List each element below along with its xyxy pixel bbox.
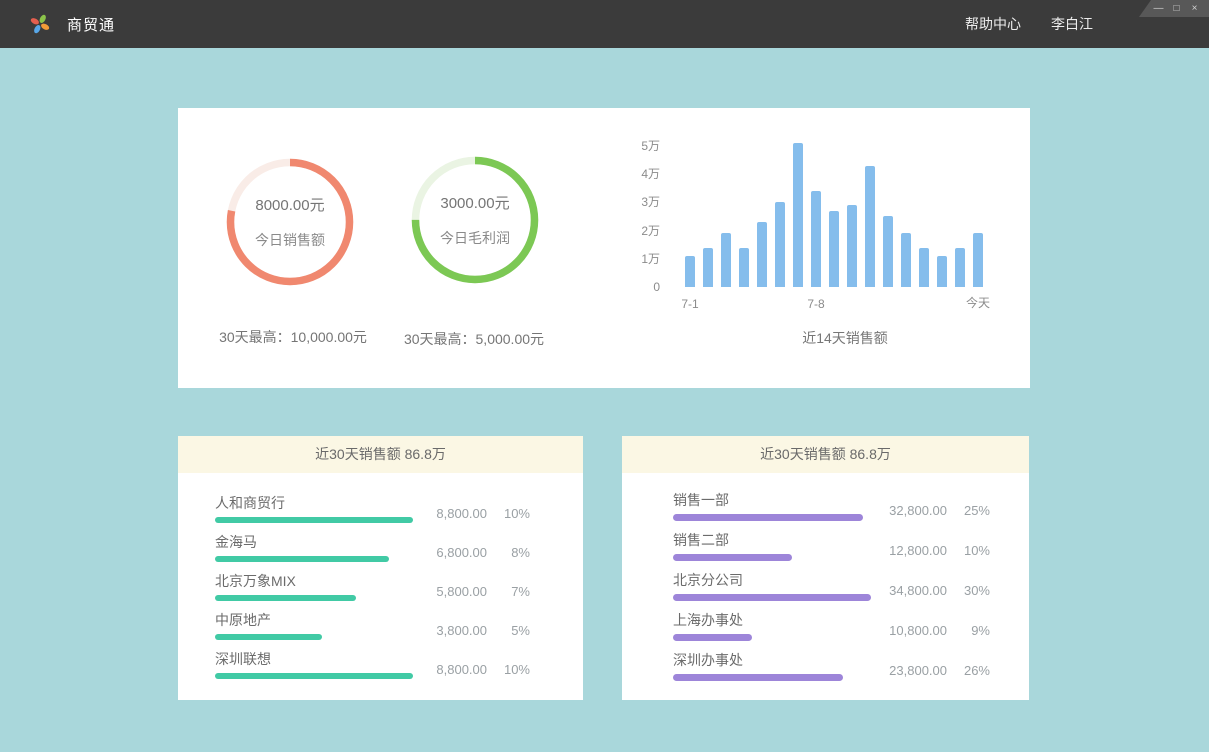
trend-bar xyxy=(793,143,803,287)
trend-bar xyxy=(721,233,731,287)
ranking-row: 上海办事处10,800.009% xyxy=(673,610,990,640)
today-sales-gauge: 8000.00元 今日销售额 xyxy=(223,155,357,289)
customer-ranking-title: 近30天销售额 86.8万 xyxy=(178,436,583,473)
ranking-row: 金海马6,800.008% xyxy=(215,532,530,562)
trend-bar xyxy=(757,222,767,287)
ranking-bar xyxy=(673,674,871,681)
gauge-text: 3000.00元 今日毛利润 xyxy=(408,153,542,287)
trend-chart-title: 近14天销售额 xyxy=(692,328,998,348)
help-center-link[interactable]: 帮助中心 xyxy=(965,14,1021,34)
ranking-bar xyxy=(215,673,413,679)
trend-bar: 7-8 xyxy=(811,191,821,287)
ranking-bar xyxy=(215,595,413,601)
trend-y-axis-label: 2万 xyxy=(641,223,660,239)
department-ranking-title: 近30天销售额 86.8万 xyxy=(622,436,1029,473)
trend-y-axis-label: 4万 xyxy=(641,166,660,182)
ranking-value: 8,800.0010% xyxy=(436,506,530,521)
titlebar: 商贸通 帮助中心 李白江 — □ × xyxy=(0,0,1209,48)
customer-ranking-card: 近30天销售额 86.8万 人和商贸行8,800.0010% 金海马6,800.0… xyxy=(178,436,583,700)
today-profit-gauge: 3000.00元 今日毛利润 xyxy=(408,153,542,287)
trend-x-axis-label: 今天 xyxy=(966,294,990,311)
trend-bar xyxy=(919,248,929,287)
department-ranking-list: 销售一部32,800.0025% 销售二部12,800.0010% 北京分公司34,… xyxy=(622,473,1029,680)
window-controls: — □ × xyxy=(1139,0,1209,17)
ranking-bar xyxy=(673,634,871,641)
ranking-value: 8,800.0010% xyxy=(436,662,530,677)
user-name-link[interactable]: 李白江 xyxy=(1051,14,1093,34)
ranking-row: 北京万象MIX5,800.007% xyxy=(215,571,530,601)
ranking-bar xyxy=(673,514,871,521)
trend-bar xyxy=(901,233,911,287)
ranking-value: 5,800.007% xyxy=(436,584,530,599)
overview-card: 8000.00元 今日销售额 30天最高：10,000.00元 3000.00元… xyxy=(178,108,1030,388)
ranking-value: 32,800.0025% xyxy=(889,503,990,518)
ranking-value: 12,800.0010% xyxy=(889,543,990,558)
trend-bar xyxy=(775,202,785,287)
ranking-value: 3,800.005% xyxy=(436,623,530,638)
app-title: 商贸通 xyxy=(67,14,115,35)
ranking-row: 深圳办事处23,800.0026% xyxy=(673,650,990,680)
dashboard: 8000.00元 今日销售额 30天最高：10,000.00元 3000.00元… xyxy=(0,48,1209,752)
gauge-text: 8000.00元 今日销售额 xyxy=(223,155,357,289)
today-profit-value: 3000.00元 xyxy=(440,192,509,213)
minimize-icon[interactable]: — xyxy=(1153,4,1164,14)
trend-y-axis-label: 3万 xyxy=(641,194,660,210)
trend-bar xyxy=(829,211,839,287)
trend-bar: 今天 xyxy=(973,233,983,287)
trend-bar xyxy=(847,205,857,287)
ranking-value: 10,800.009% xyxy=(889,623,990,638)
ranking-bar xyxy=(673,594,871,601)
trend-bar xyxy=(865,166,875,287)
department-ranking-card: 近30天销售额 86.8万 销售一部32,800.0025% 销售二部12,800… xyxy=(622,436,1029,700)
trend-bar xyxy=(703,248,713,287)
close-icon[interactable]: × xyxy=(1189,4,1200,14)
ranking-row: 北京分公司34,800.0030% xyxy=(673,570,990,600)
trend-x-axis-label: 7-8 xyxy=(807,297,824,311)
trend-bar xyxy=(739,248,749,287)
ranking-bar xyxy=(215,556,413,562)
ranking-value: 6,800.008% xyxy=(436,545,530,560)
trend-bar: 7-1 xyxy=(685,256,695,287)
trend-y-axis-label: 1万 xyxy=(641,251,660,267)
ranking-row: 销售一部32,800.0025% xyxy=(673,490,990,520)
app-logo-pinwheel-icon xyxy=(28,12,52,36)
today-sales-label: 今日销售额 xyxy=(255,230,325,250)
ranking-row: 人和商贸行8,800.0010% xyxy=(215,493,530,523)
maximize-icon[interactable]: □ xyxy=(1171,4,1182,14)
customer-ranking-list: 人和商贸行8,800.0010% 金海马6,800.008% 北京万象MIX5,80… xyxy=(178,473,583,679)
ranking-value: 23,800.0026% xyxy=(889,663,990,678)
today-sales-value: 8000.00元 xyxy=(255,194,324,215)
trend-y-axis-label: 0 xyxy=(653,279,660,295)
trend-bar xyxy=(937,256,947,287)
ranking-row: 深圳联想8,800.0010% xyxy=(215,649,530,679)
ranking-row: 销售二部12,800.0010% xyxy=(673,530,990,560)
ranking-bar xyxy=(215,517,413,523)
ranking-value: 34,800.0030% xyxy=(889,583,990,598)
trend-bars: 7-1 7-8 今天 xyxy=(685,146,983,287)
ranking-bar xyxy=(215,634,413,640)
trend-bar xyxy=(883,216,893,287)
today-profit-label: 今日毛利润 xyxy=(440,228,510,248)
ranking-row: 中原地产3,800.005% xyxy=(215,610,530,640)
profit-30day-max-caption: 30天最高：5,000.00元 xyxy=(364,329,584,349)
trend-y-axis: 01万2万3万4万5万 xyxy=(598,146,660,287)
trend-x-axis-label: 7-1 xyxy=(681,297,698,311)
ranking-bar xyxy=(673,554,871,561)
trend-bar xyxy=(955,248,965,287)
trend-y-axis-label: 5万 xyxy=(641,138,660,154)
titlebar-menu: 帮助中心 李白江 xyxy=(965,0,1093,48)
